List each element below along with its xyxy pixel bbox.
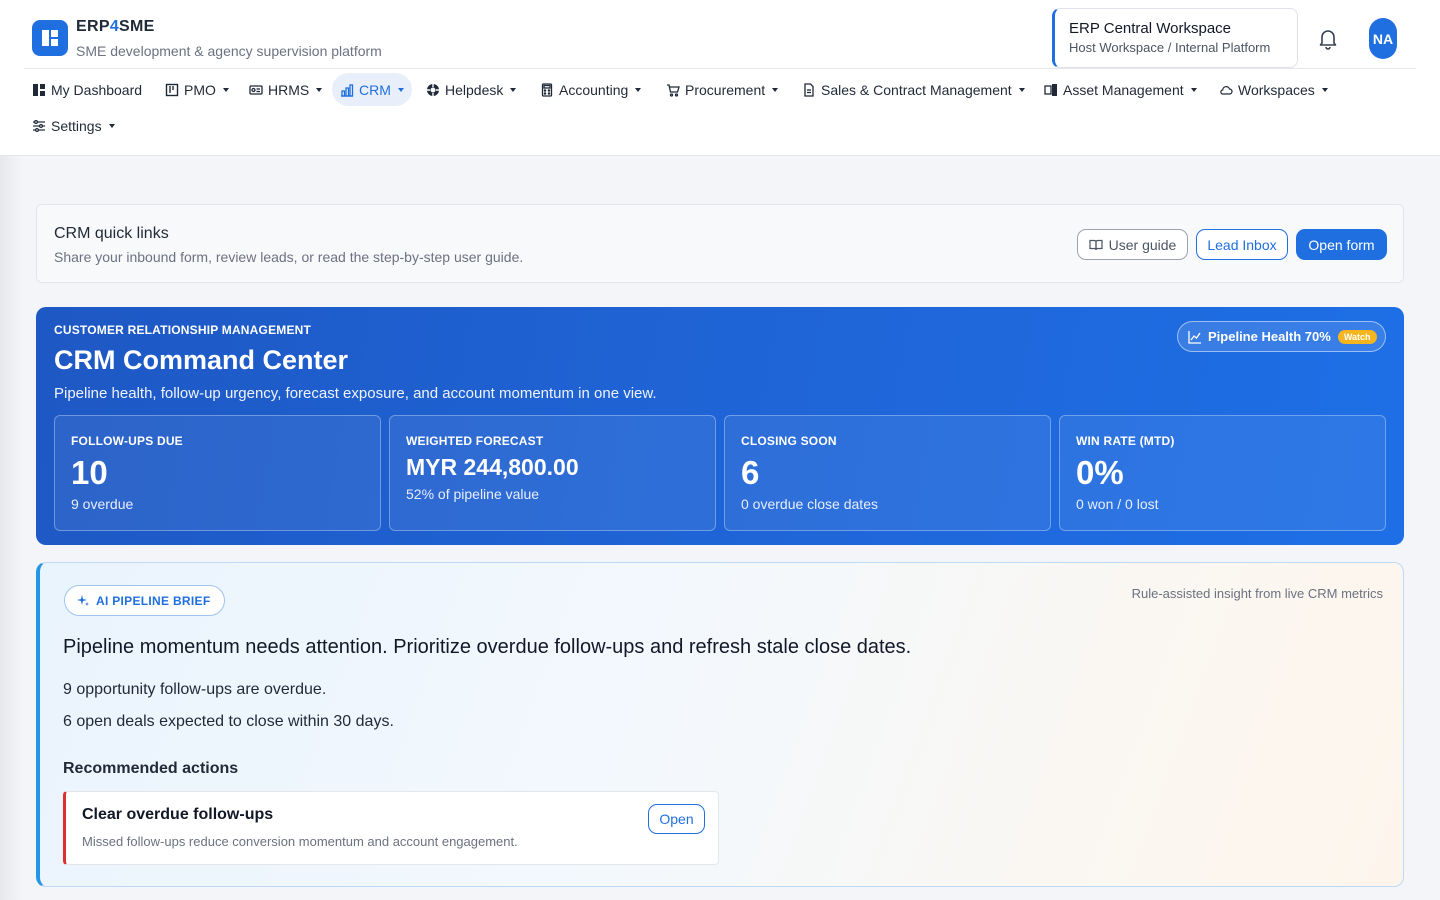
nav-pmo[interactable]: PMO [157,73,237,106]
kpi-value: 0% [1076,454,1124,491]
kpi-win-rate[interactable]: WIN RATE (MTD) 0% 0 won / 0 lost [1059,415,1386,531]
kpi-note: 0 won / 0 lost [1076,496,1159,512]
open-form-button[interactable]: Open form [1296,229,1387,260]
brief-insight-line: 9 opportunity follow-ups are overdue. [63,681,327,698]
action-open-button[interactable]: Open [648,804,705,834]
brief-insight-line: 6 open deals expected to close within 30… [63,713,394,730]
kpi-weighted-forecast[interactable]: WEIGHTED FORECAST MYR 244,800.00 52% of … [389,415,716,531]
action-description: Missed follow-ups reduce conversion mome… [82,834,518,849]
nav-workspaces[interactable]: Workspaces [1211,73,1336,106]
left-shade [0,156,22,900]
workspace-name: ERP Central Workspace [1069,20,1232,37]
lifebuoy-icon [426,83,440,97]
header-divider [24,68,1416,69]
sliders-icon [32,119,46,133]
nav-sales-contract[interactable]: Sales & Contract Management [794,73,1033,106]
kpi-label: WEIGHTED FORECAST [406,434,544,448]
kpi-value: 10 [71,454,108,491]
user-guide-button[interactable]: User guide [1077,229,1188,260]
cloud-icon [1219,83,1233,97]
board-icon [165,83,179,97]
kpi-value: 6 [741,454,760,491]
nav-accounting[interactable]: Accounting [532,73,649,106]
kpi-note: 9 overdue [71,496,134,512]
nav-asset-management[interactable]: Asset Management [1036,73,1205,106]
pipeline-health-badge[interactable]: Pipeline Health 70% Watch [1177,321,1386,352]
brand-subtitle: SME development & agency supervision pla… [76,43,382,59]
user-avatar[interactable]: NA [1369,18,1397,59]
hero-title: CRM Command Center [54,345,349,375]
action-title: Clear overdue follow-ups [82,806,274,823]
calculator-icon [540,82,554,97]
top-header: ERP4SME SME development & agency supervi… [0,0,1440,156]
nav-settings[interactable]: Settings [24,109,123,142]
ai-pipeline-brief: AI PIPELINE BRIEF Rule-assisted insight … [36,562,1404,887]
brief-headline: Pipeline momentum needs attention. Prior… [63,636,912,658]
nav-helpdesk[interactable]: Helpdesk [418,73,524,106]
nav-hrms[interactable]: HRMS [241,73,330,106]
recommended-actions-title: Recommended actions [63,760,239,777]
kpi-label: WIN RATE (MTD) [1076,434,1175,448]
pipeline-health-label: Pipeline Health 70% [1208,329,1331,344]
kpi-label: CLOSING SOON [741,434,837,448]
quick-links-subtitle: Share your inbound form, review leads, o… [54,249,524,265]
document-icon [802,82,816,97]
devices-icon [1044,83,1058,97]
watch-status-tag: Watch [1337,329,1377,344]
book-icon [1089,238,1103,252]
bell-icon[interactable] [1316,26,1340,50]
quick-links-title: CRM quick links [54,225,169,242]
chart-icon [340,83,354,97]
nav-my-dashboard[interactable]: My Dashboard [24,73,150,106]
workspace-subtitle: Host Workspace / Internal Platform [1069,40,1271,55]
hero-kicker: CUSTOMER RELATIONSHIP MANAGEMENT [54,323,312,337]
sparkle-icon [77,594,89,607]
brief-meta: Rule-assisted insight from live CRM metr… [1131,586,1383,601]
nav-crm[interactable]: CRM [332,73,412,106]
trend-chart-icon [1188,330,1202,344]
crm-command-center: CUSTOMER RELATIONSHIP MANAGEMENT CRM Com… [36,307,1404,545]
dashboard-icon [32,83,46,97]
lead-inbox-button[interactable]: Lead Inbox [1196,229,1288,260]
kpi-note: 0 overdue close dates [741,496,878,512]
brand[interactable]: ERP4SME SME development & agency supervi… [32,18,382,59]
kpi-follow-ups-due[interactable]: FOLLOW-UPS DUE 10 9 overdue [54,415,381,531]
crm-quick-links: CRM quick links Share your inbound form,… [36,204,1404,283]
nav-procurement[interactable]: Procurement [658,73,786,106]
brand-logo-icon [32,20,68,56]
kpi-note: 52% of pipeline value [406,486,540,502]
workspace-switcher[interactable]: ERP Central Workspace Host Workspace / I… [1052,8,1298,68]
brand-name: ERP4SME [76,18,155,35]
cart-icon [666,83,680,97]
action-card-clear-follow-ups: Clear overdue follow-ups Missed follow-u… [63,791,719,865]
kpi-closing-soon[interactable]: CLOSING SOON 6 0 overdue close dates [724,415,1051,531]
kpi-label: FOLLOW-UPS DUE [71,434,183,448]
kpi-value: MYR 244,800.00 [406,454,579,480]
hero-subtitle: Pipeline health, follow-up urgency, fore… [54,385,657,402]
ai-brief-badge: AI PIPELINE BRIEF [64,585,225,616]
id-card-icon [249,83,263,97]
